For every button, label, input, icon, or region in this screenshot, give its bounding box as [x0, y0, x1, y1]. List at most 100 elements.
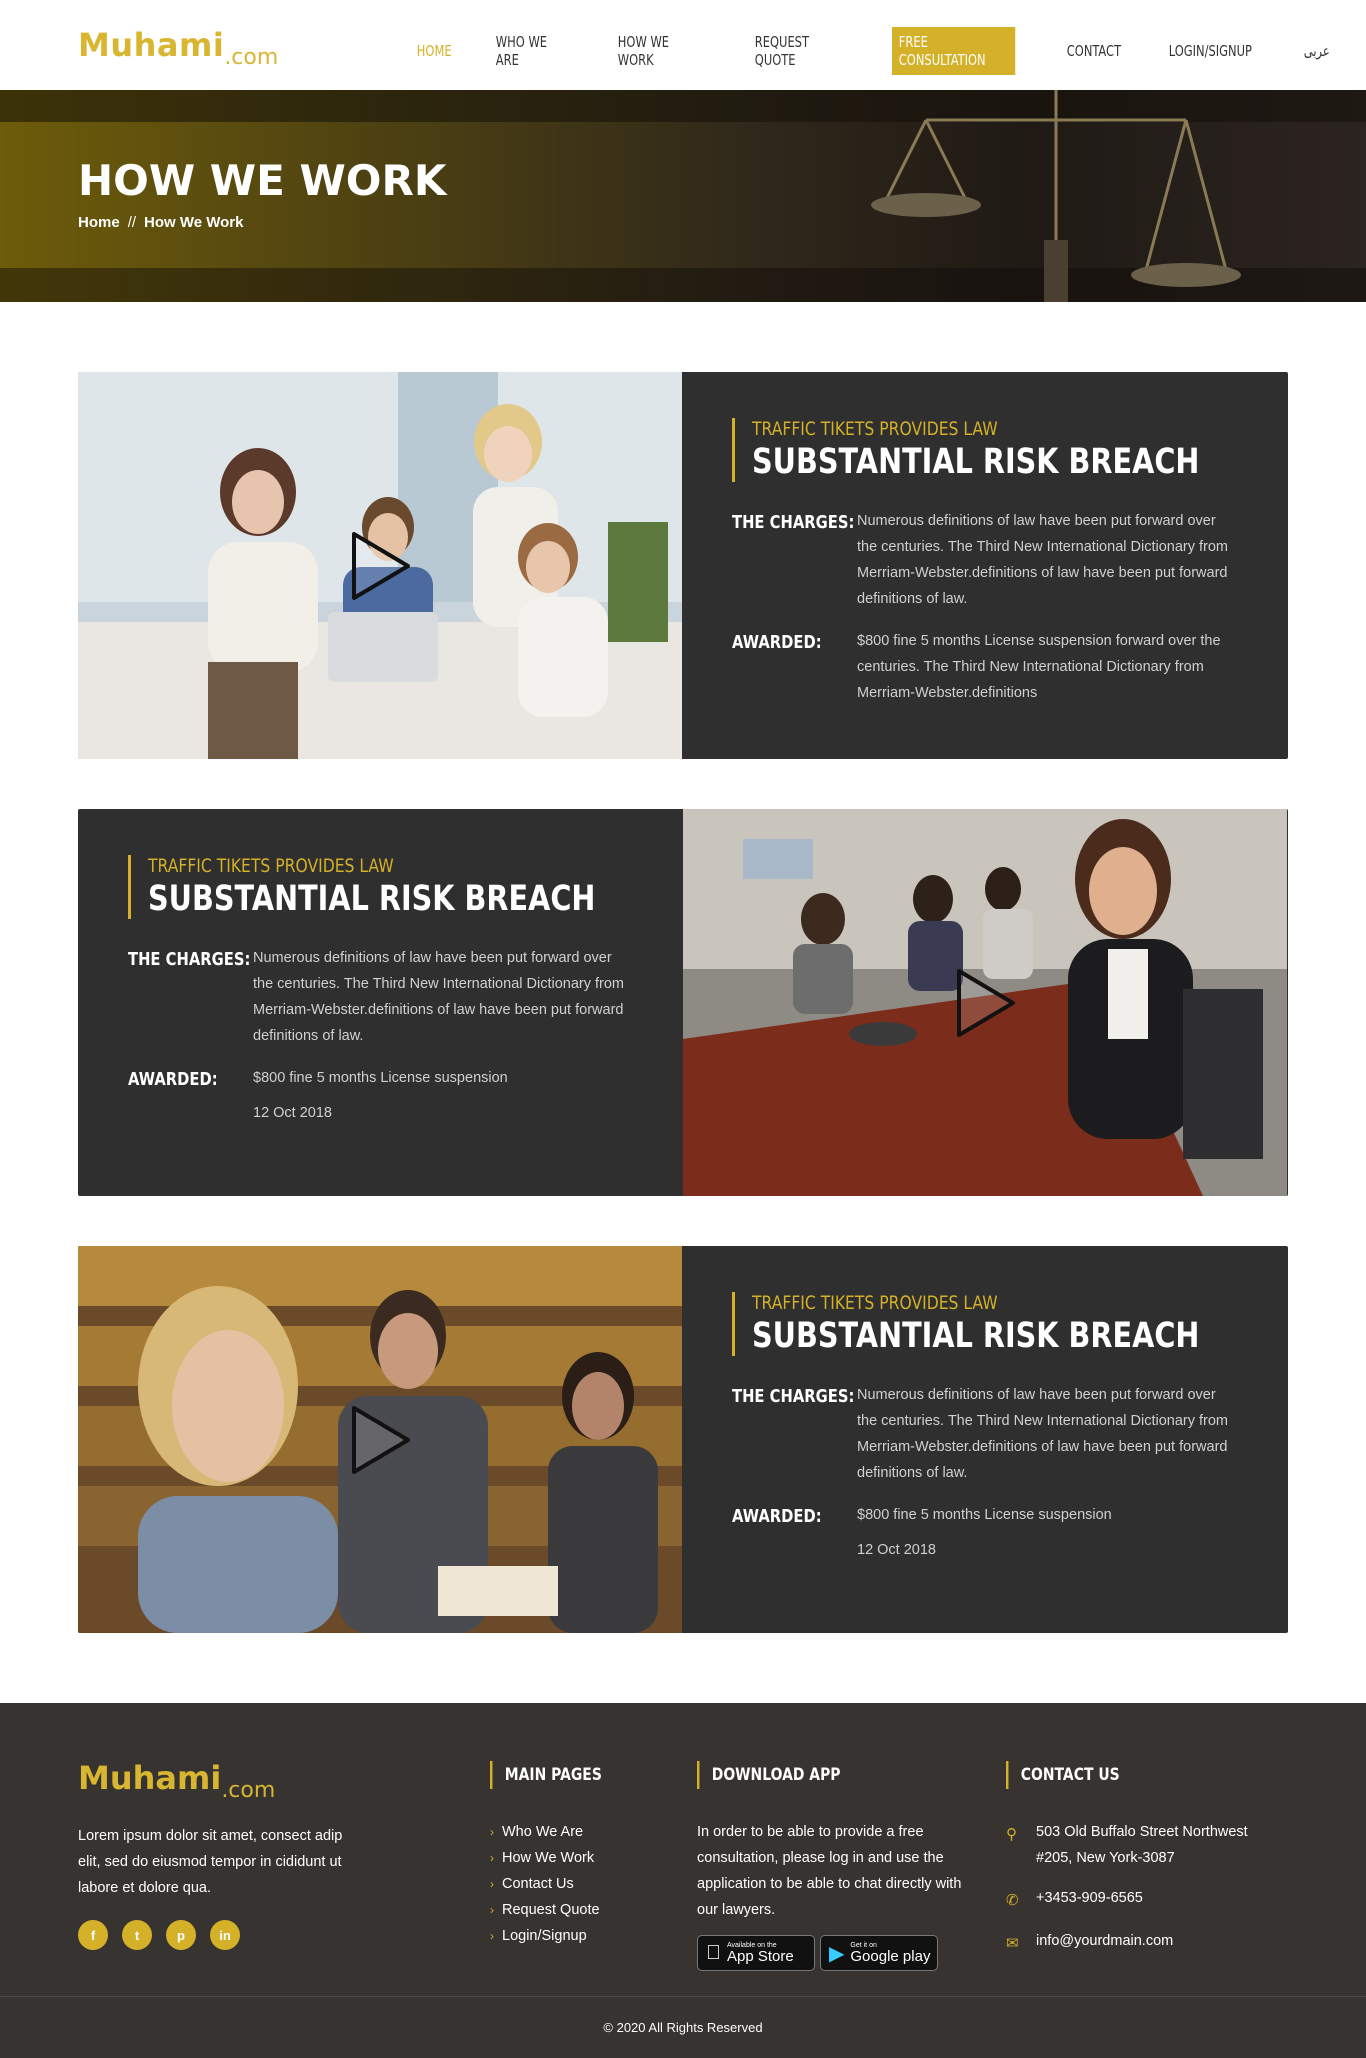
contact-address: ⚲ 503 Old Buffalo Street Northwest #205, … [1006, 1819, 1256, 1871]
case-subtitle: TRAFFIC TIKETS PROVIDES LAW [148, 855, 394, 877]
app-store-badges:  Available on theApp Store ▶ Get it onG… [697, 1935, 977, 1971]
case-details: TRAFFIC TIKETS PROVIDES LAW SUBSTANTIAL … [78, 809, 683, 1196]
footer-link-label: How We Work [502, 1850, 595, 1866]
chevron-right-icon: › [490, 1877, 494, 1891]
google-play-button[interactable]: ▶ Get it on Google play [820, 1935, 938, 1971]
envelope-icon: ✉ [1006, 1935, 1019, 1952]
awarded-text: $800 fine 5 months License suspension [857, 1507, 1112, 1523]
linkedin-icon[interactable]: in [210, 1920, 240, 1950]
charges-text: Numerous definitions of law have been pu… [253, 950, 624, 1044]
case-photo-library [78, 1246, 682, 1633]
breadcrumb-current: How We Work [144, 214, 244, 231]
nav-free-consultation[interactable]: FREE CONSULTATION [892, 27, 1017, 75]
main-nav: HOME WHO WE ARE HOW WE WORK REQUEST QUOT… [410, 27, 1366, 75]
case-date: 12 Oct 2018 [857, 1542, 936, 1558]
footer-main-pages: MAIN PAGES › Who We Are › How We Work › Con… [490, 1761, 626, 1949]
case-awarded-row: AWARDED: $800 fine 5 months License susp… [732, 632, 1237, 706]
app-store-button[interactable]:  Available on theApp Store [697, 1935, 815, 1971]
case-title: SUBSTANTIAL RISK BREACH [752, 1316, 1200, 1356]
footer-link-label: Login/Signup [502, 1928, 587, 1944]
footer-link-label: Who We Are [502, 1824, 584, 1840]
case-photo-boardroom [683, 809, 1287, 1196]
footer-download-app: DOWNLOAD APP In order to be able to prov… [697, 1761, 977, 1971]
case-awarded-row: AWARDED: $800 fine 5 months License susp… [732, 1506, 1237, 1528]
google-play-label: Google play [850, 1948, 931, 1965]
social-links: f t p in [78, 1920, 254, 1950]
site-header: Muhami.com HOME WHO WE ARE HOW WE WORK R… [0, 0, 1366, 90]
footer-link-request-quote[interactable]: › Request Quote [490, 1897, 626, 1923]
play-video-icon[interactable] [350, 1404, 414, 1476]
chevron-right-icon: › [490, 1929, 494, 1943]
phone-icon: ✆ [1006, 1892, 1019, 1909]
case-list: TRAFFIC TIKETS PROVIDES LAW SUBSTANTIAL … [0, 302, 1366, 1703]
case-photo-office-team [78, 372, 682, 759]
awarded-label: AWARDED: [128, 1069, 218, 1090]
play-video-icon[interactable] [350, 530, 414, 602]
contact-email[interactable]: ✉ info@yourdmain.com [1006, 1928, 1256, 1957]
charges-label: THE CHARGES: [128, 949, 251, 970]
nav-request-quote[interactable]: REQUEST QUOTE [748, 27, 852, 75]
logo-suffix: .com [224, 45, 279, 70]
address-text: 503 Old Buffalo Street Northwest #205, N… [1036, 1824, 1248, 1866]
google-play-icon: ▶ [829, 1942, 845, 1965]
charges-label: THE CHARGES: [732, 1386, 855, 1407]
pinterest-icon[interactable]: p [166, 1920, 196, 1950]
case-details: TRAFFIC TIKETS PROVIDES LAW SUBSTANTIAL … [682, 372, 1287, 759]
nav-contact[interactable]: CONTACT [1060, 36, 1128, 66]
site-footer: Muhami.com Lorem ipsum dolor sit amet, c… [0, 1703, 1366, 2058]
case-title: SUBSTANTIAL RISK BREACH [752, 442, 1200, 482]
facebook-icon[interactable]: f [78, 1920, 108, 1950]
case-subtitle: TRAFFIC TIKETS PROVIDES LAW [752, 418, 998, 440]
site-logo[interactable]: Muhami.com [78, 26, 278, 70]
logo-main: Muhami [78, 26, 225, 64]
contact-heading: CONTACT US [1006, 1761, 1211, 1789]
charges-text: Numerous definitions of law have been pu… [857, 1387, 1228, 1481]
chevron-right-icon: › [490, 1851, 494, 1865]
case-charges-row: THE CHARGES: Numerous definitions of law… [732, 512, 1237, 612]
nav-login-signup[interactable]: LOGIN/SIGNUP [1162, 36, 1259, 66]
awarded-text: $800 fine 5 months License suspension [253, 1070, 508, 1086]
main-pages-heading: MAIN PAGES [490, 1761, 602, 1789]
case-title: SUBSTANTIAL RISK BREACH [148, 879, 596, 919]
case-card: TRAFFIC TIKETS PROVIDES LAW SUBSTANTIAL … [78, 1246, 1288, 1633]
apple-icon:  [706, 1942, 721, 1965]
nav-home[interactable]: HOME [410, 36, 458, 66]
chevron-right-icon: › [490, 1825, 494, 1839]
case-subtitle: TRAFFIC TIKETS PROVIDES LAW [752, 1292, 998, 1314]
charges-label: THE CHARGES: [732, 512, 855, 533]
scales-of-justice-image [871, 90, 1241, 302]
copyright: © 2020 All Rights Reserved [0, 1996, 1366, 2058]
contact-phone[interactable]: ✆ +3453-909-6565 [1006, 1885, 1256, 1914]
case-date: 12 Oct 2018 [253, 1105, 332, 1121]
footer-link-who-we-are[interactable]: › Who We Are [490, 1819, 626, 1845]
case-heading: TRAFFIC TIKETS PROVIDES LAW SUBSTANTIAL … [732, 1292, 1237, 1356]
charges-text: Numerous definitions of law have been pu… [857, 513, 1228, 607]
breadcrumb-separator: // [127, 214, 137, 231]
email-text: info@yourdmain.com [1036, 1933, 1174, 1949]
footer-link-how-we-work[interactable]: › How We Work [490, 1845, 626, 1871]
case-details: TRAFFIC TIKETS PROVIDES LAW SUBSTANTIAL … [682, 1246, 1287, 1633]
chevron-right-icon: › [490, 1903, 494, 1917]
footer-link-contact-us[interactable]: › Contact Us [490, 1871, 626, 1897]
nav-how-we-work[interactable]: HOW WE WORK [611, 27, 708, 75]
footer-logo-main: Muhami [78, 1759, 222, 1797]
footer-logo[interactable]: Muhami.com [78, 1759, 275, 1803]
awarded-text: $800 fine 5 months License suspension fo… [857, 633, 1221, 701]
page-banner: HOW WE WORK Home // How We Work [0, 90, 1366, 302]
footer-contact: CONTACT US ⚲ 503 Old Buffalo Street North… [1006, 1761, 1256, 1971]
case-heading: TRAFFIC TIKETS PROVIDES LAW SUBSTANTIAL … [128, 855, 633, 919]
twitter-icon[interactable]: t [122, 1920, 152, 1950]
footer-link-label: Request Quote [502, 1902, 600, 1918]
download-app-text: In order to be able to provide a free co… [697, 1824, 962, 1918]
download-app-heading: DOWNLOAD APP [697, 1761, 927, 1789]
nav-language-arabic[interactable]: عربى [1297, 36, 1337, 66]
breadcrumb-home[interactable]: Home [78, 214, 120, 231]
nav-who-we-are[interactable]: WHO WE ARE [489, 27, 574, 75]
play-video-icon[interactable] [955, 967, 1019, 1039]
footer-link-login-signup[interactable]: › Login/Signup [490, 1923, 626, 1949]
case-awarded-row: AWARDED: $800 fine 5 months License susp… [128, 1069, 633, 1091]
awarded-label: AWARDED: [732, 1506, 822, 1527]
footer-link-label: Contact Us [502, 1876, 574, 1892]
app-store-label: App Store [712, 1948, 794, 1965]
phone-text: +3453-909-6565 [1036, 1890, 1143, 1906]
